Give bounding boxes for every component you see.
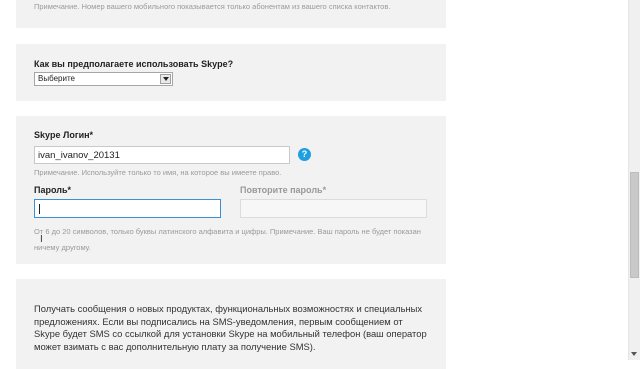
promo-text: Получать сообщения о новых продуктах, фу… (34, 303, 427, 352)
password-label: Пароль* (34, 185, 71, 195)
scroll-down-icon[interactable] (631, 352, 637, 356)
skype-login-input[interactable]: ivan_ivanov_20131 (34, 146, 290, 164)
usage-select[interactable]: Выберите (34, 72, 173, 86)
skype-login-label: Skype Логин* (34, 130, 94, 140)
help-icon[interactable]: ? (298, 148, 311, 161)
repeat-password-input[interactable] (240, 199, 427, 218)
password-note: От 6 до 20 символов, только буквы латинс… (34, 227, 421, 252)
repeat-password-label: Повторите пароль* (240, 185, 327, 195)
login-panel: Skype Логин* ivan_ivanov_20131 ? Примеча… (16, 116, 446, 264)
phone-note: Примечание. Номер вашего мобильного пока… (34, 2, 391, 11)
scrollbar[interactable] (628, 0, 640, 360)
text-caret (39, 204, 40, 214)
chevron-down-icon[interactable] (160, 74, 171, 84)
phone-note-panel: Примечание. Номер вашего мобильного пока… (16, 0, 446, 28)
usage-label: Как вы предполагаете использовать Skype? (34, 59, 234, 69)
promo-panel: Получать сообщения о новых продуктах, фу… (16, 279, 446, 369)
scrollbar-thumb[interactable] (630, 172, 639, 278)
usage-panel: Как вы предполагаете использовать Skype?… (16, 44, 446, 101)
password-input[interactable] (34, 199, 221, 218)
skype-login-value: ivan_ivanov_20131 (38, 150, 120, 161)
text-cursor-icon: I (40, 234, 43, 245)
usage-select-value: Выберите (38, 74, 75, 83)
login-note: Примечание. Используйте только то имя, н… (34, 168, 282, 177)
